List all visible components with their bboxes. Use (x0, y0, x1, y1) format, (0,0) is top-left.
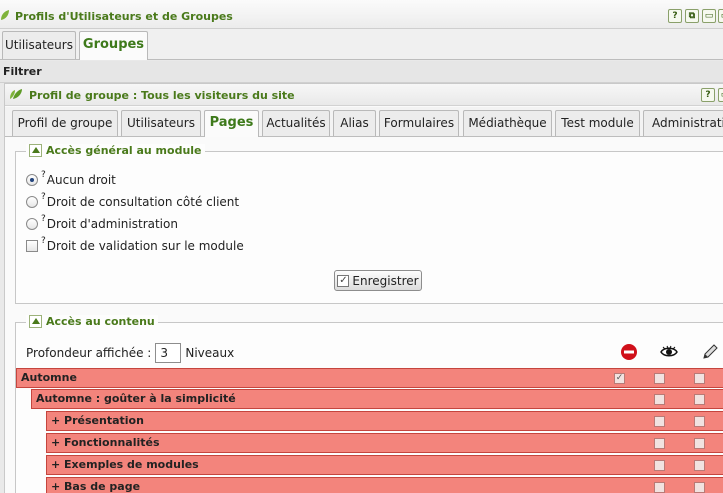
option-label: Droit de validation sur le module (46, 239, 244, 253)
filter-label[interactable]: Filtrer (3, 65, 42, 78)
edit-checkbox[interactable] (694, 460, 705, 471)
filter-bar: Filtrer (0, 61, 723, 83)
tab-groupes[interactable]: Groupes (79, 31, 148, 60)
view-checkbox[interactable] (654, 460, 665, 471)
view-checkbox[interactable] (654, 416, 665, 427)
option-consultation[interactable]: ? Droit de consultation côté client (26, 192, 240, 209)
tree-row[interactable]: + Exemples de modules (46, 455, 723, 475)
no-access-icon[interactable] (620, 343, 638, 361)
general-access-legend[interactable]: Accès général au module (26, 144, 205, 157)
checkbox-validation[interactable] (26, 240, 38, 252)
tree-row[interactable]: + Présentation (46, 411, 723, 431)
edit-checkbox[interactable] (694, 394, 705, 405)
tab-alias[interactable]: Alias (333, 110, 376, 136)
option-validation[interactable]: ? Droit de validation sur le module (26, 236, 244, 253)
option-label: Aucun droit (46, 173, 116, 187)
tab-test-module[interactable]: Test module (555, 110, 640, 136)
view-checkbox[interactable] (654, 482, 665, 493)
help-mark[interactable]: ? (41, 214, 46, 224)
tree-row[interactable]: + Fonctionnalités (46, 433, 723, 453)
edit-checkbox[interactable] (694, 482, 705, 493)
tab-pages[interactable]: Pages (204, 110, 259, 137)
minimize-icon[interactable]: ▭ (718, 88, 723, 102)
tree-row[interactable]: + Bas de page (46, 477, 723, 493)
tab-actualites[interactable]: Actualités (262, 110, 330, 136)
minimize-icon[interactable]: ▭ (702, 9, 716, 23)
leaf-icon (1, 10, 9, 20)
depth-input[interactable]: 3 (155, 343, 182, 363)
edit-checkbox[interactable] (694, 416, 705, 427)
tab-utilisateurs[interactable]: Utilisateurs (121, 110, 201, 136)
view-checkbox[interactable] (654, 373, 665, 384)
row-label: Automne (21, 371, 77, 384)
option-administration[interactable]: ? Droit d'administration (26, 214, 178, 231)
general-access-section: Accès général au module ? Aucun droit ? … (15, 144, 723, 304)
tab-utilisateurs[interactable]: Utilisateurs (2, 31, 76, 59)
tab-mediatheque[interactable]: Médiathèque (463, 110, 552, 136)
tab-administration[interactable]: Administration (643, 110, 723, 136)
no-access-checkbox[interactable]: ✓ (614, 373, 625, 384)
row-label: + Présentation (51, 414, 144, 427)
maximize-icon[interactable]: ▭ (718, 9, 723, 23)
popout-icon[interactable]: ⧉ (685, 9, 699, 23)
row-label: + Bas de page (51, 480, 141, 493)
content-access-title: Accès au contenu (46, 315, 155, 328)
option-label: Droit d'administration (46, 217, 178, 231)
tab-formulaires[interactable]: Formulaires (379, 110, 459, 136)
edit-icon[interactable] (701, 343, 719, 361)
radio-consultation[interactable] (26, 196, 38, 208)
tree-row[interactable]: Automne ✓ (16, 368, 723, 388)
view-checkbox[interactable] (654, 394, 665, 405)
collapse-icon[interactable] (29, 315, 42, 328)
main-tabs: Utilisateurs Groupes (0, 29, 723, 60)
view-checkbox[interactable] (654, 438, 665, 449)
check-icon: ✓ (337, 274, 350, 287)
save-label: Enregistrer (352, 273, 419, 288)
save-button[interactable]: ✓ Enregistrer (334, 270, 422, 291)
depth-unit: Niveaux (185, 346, 235, 360)
window-title-bar: Profils d'Utilisateurs et de Groupes ? ⧉… (0, 0, 723, 29)
help-mark[interactable]: ? (41, 192, 46, 202)
help-icon[interactable]: ? (668, 9, 682, 23)
option-label: Droit de consultation côté client (46, 195, 240, 209)
panel-title: Profil de groupe : Tous les visiteurs du… (29, 89, 295, 102)
depth-control: Profondeur affichée : 3 Niveaux (26, 343, 234, 363)
panel-title-bar: Profil de groupe : Tous les visiteurs du… (5, 84, 723, 106)
help-mark[interactable]: ? (41, 236, 46, 246)
help-mark[interactable]: ? (41, 170, 46, 180)
help-icon[interactable]: ? (701, 88, 715, 102)
tree-row[interactable]: Automne : goûter à la simplicité (31, 389, 723, 409)
depth-label: Profondeur affichée : (26, 346, 152, 360)
collapse-icon[interactable] (29, 144, 42, 157)
view-icon[interactable] (660, 343, 678, 361)
group-profile-panel: Profil de groupe : Tous les visiteurs du… (4, 83, 723, 493)
edit-checkbox[interactable] (694, 373, 705, 384)
general-access-title: Accès général au module (46, 144, 202, 157)
edit-checkbox[interactable] (694, 438, 705, 449)
leaf-icon (10, 89, 22, 99)
row-label: + Exemples de modules (51, 458, 199, 471)
radio-administration[interactable] (26, 218, 38, 230)
content-access-legend[interactable]: Accès au contenu (26, 315, 158, 328)
content-access-section: Accès au contenu Profondeur affichée : 3… (15, 315, 723, 493)
row-label: + Fonctionnalités (51, 436, 160, 449)
module-tabs: Profil de groupe Utilisateurs Pages Actu… (5, 107, 723, 137)
window-title: Profils d'Utilisateurs et de Groupes (15, 10, 233, 23)
option-aucun-droit[interactable]: ? Aucun droit (26, 170, 116, 187)
row-label: Automne : goûter à la simplicité (36, 392, 236, 405)
radio-aucun-droit[interactable] (26, 174, 38, 186)
tab-profil-de-groupe[interactable]: Profil de groupe (12, 110, 118, 136)
